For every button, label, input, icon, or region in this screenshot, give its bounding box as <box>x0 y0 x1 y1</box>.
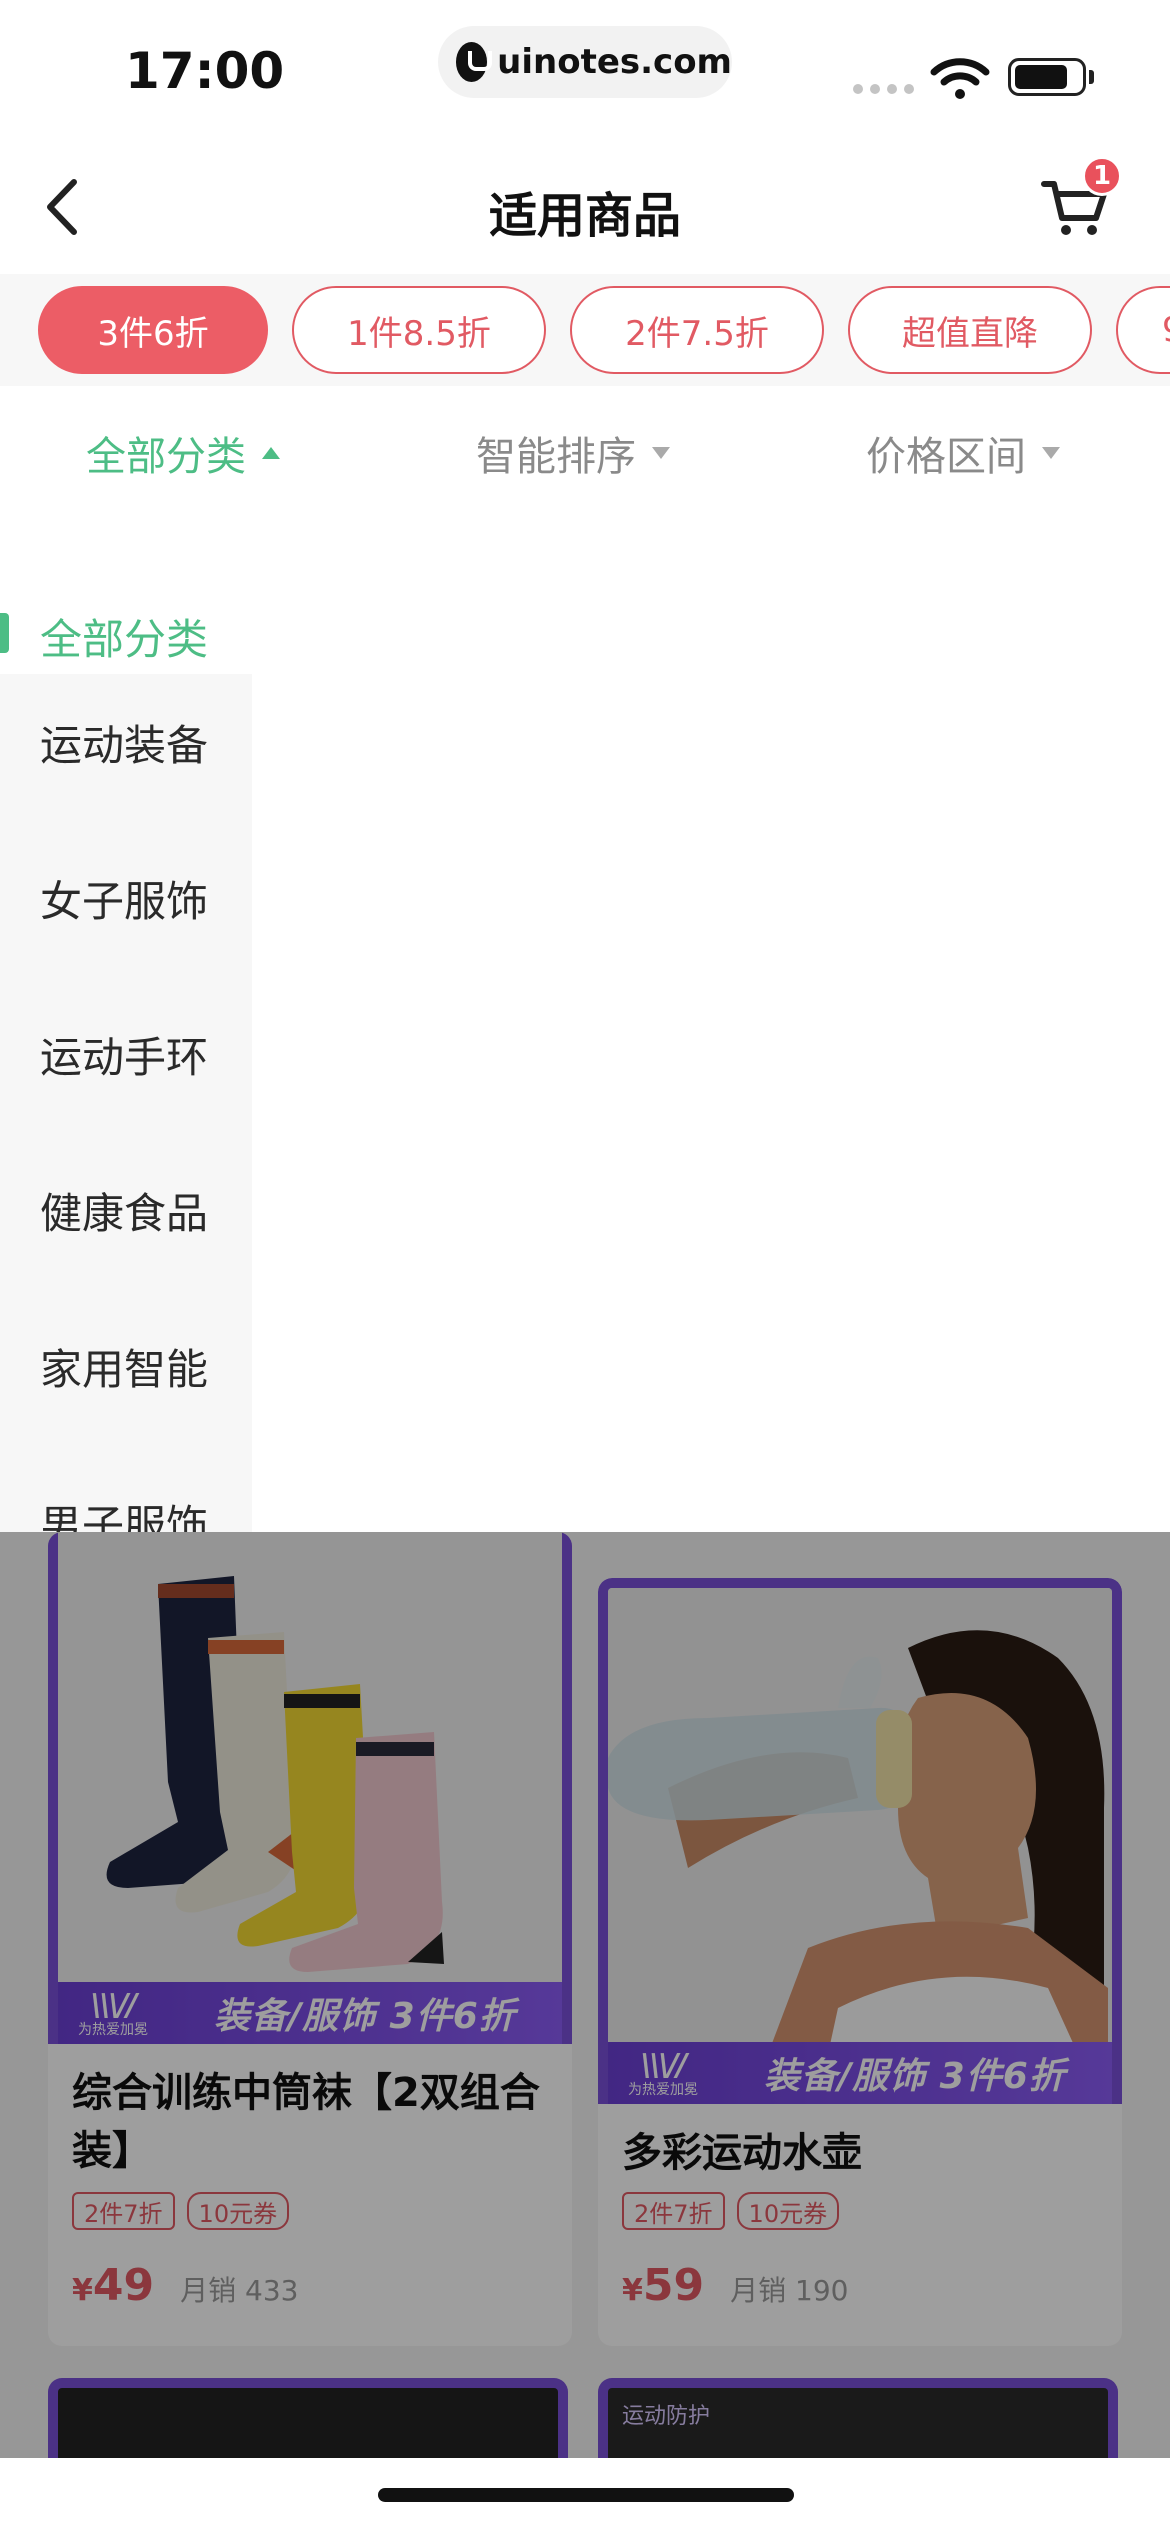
site-logo-icon <box>456 42 493 82</box>
filter-all-categories[interactable]: 全部分类 <box>86 424 280 482</box>
url-pill[interactable]: uinotes.com <box>438 26 732 98</box>
filter-price-range[interactable]: 价格区间 <box>866 424 1060 482</box>
signal-icon <box>853 84 914 94</box>
filter-label: 智能排序 <box>476 434 636 480</box>
battery-icon <box>1008 58 1086 96</box>
category-list[interactable]: 运动装备 女子服饰 运动手环 健康食品 家用智能 男子服饰 <box>0 674 252 1532</box>
category-item[interactable]: 运动装备 <box>40 712 208 773</box>
cart-badge: 1 <box>1082 156 1122 196</box>
promo-chip-price-drop[interactable]: 超值直降 <box>848 286 1092 374</box>
home-indicator[interactable] <box>378 2488 794 2502</box>
category-item[interactable]: 健康食品 <box>40 1180 208 1241</box>
category-dropdown-panel: 全部分类 运动装备 女子服饰 运动手环 健康食品 家用智能 男子服饰 <box>0 516 1170 1532</box>
status-bar: 17:00 uinotes.com <box>0 0 1170 140</box>
category-item[interactable]: 运动手环 <box>40 1024 208 1085</box>
promo-chip-1for85[interactable]: 1件8.5折 <box>292 286 546 374</box>
caret-up-icon <box>262 447 280 459</box>
caret-down-icon <box>652 447 670 459</box>
nav-bar: 适用商品 1 <box>0 140 1170 274</box>
promo-chip-3for60[interactable]: 3件6折 <box>38 286 268 374</box>
selected-indicator <box>0 613 9 653</box>
promo-chip-strip[interactable]: 3件6折 1件8.5折 2件7.5折 超值直降 9 <box>0 274 1170 386</box>
caret-down-icon <box>1042 447 1060 459</box>
category-item[interactable]: 家用智能 <box>40 1336 208 1397</box>
dropdown-dim-overlay[interactable] <box>0 1532 1170 2458</box>
page-title: 适用商品 <box>488 188 681 244</box>
category-item[interactable]: 男子服饰 <box>40 1492 208 1532</box>
wifi-icon <box>930 58 990 99</box>
category-item-all[interactable]: 全部分类 <box>0 556 252 668</box>
status-time: 17:00 <box>125 42 285 100</box>
category-item[interactable]: 女子服饰 <box>40 868 208 929</box>
category-label: 全部分类 <box>40 615 209 664</box>
promo-chip-2for75[interactable]: 2件7.5折 <box>570 286 824 374</box>
filter-label: 全部分类 <box>86 434 246 480</box>
filter-bar: 全部分类 智能排序 价格区间 <box>0 386 1170 516</box>
filter-smart-sort[interactable]: 智能排序 <box>476 424 670 482</box>
home-bar-area <box>0 2458 1170 2532</box>
filter-label: 价格区间 <box>866 434 1026 480</box>
battery-cap <box>1089 70 1094 84</box>
url-text: uinotes.com <box>497 42 732 82</box>
promo-chip-partial[interactable]: 9 <box>1116 286 1170 374</box>
